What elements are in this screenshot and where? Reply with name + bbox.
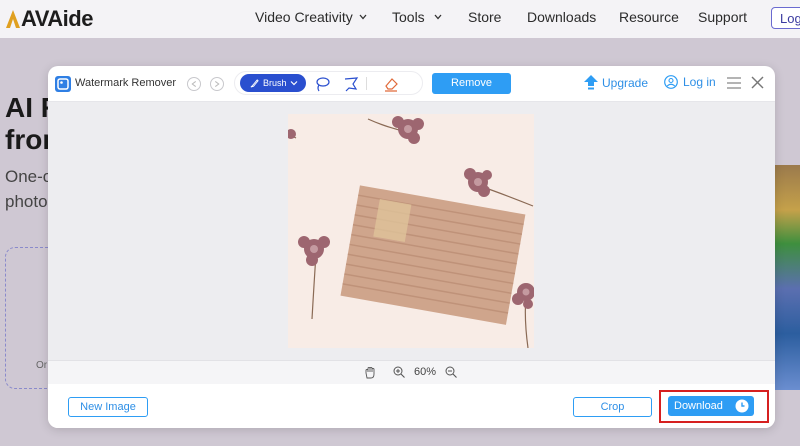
dialog-footer: New Image Crop Download	[48, 384, 775, 428]
nav-tools[interactable]: Tools	[392, 9, 442, 25]
upgrade-label: Upgrade	[602, 75, 649, 90]
menu-icon[interactable]	[727, 77, 741, 89]
image-preview	[288, 114, 534, 348]
editor-canvas[interactable]	[48, 102, 775, 360]
hero-subtitle-line1: One-c	[5, 167, 52, 186]
new-image-button[interactable]: New Image	[68, 397, 148, 417]
chevron-down-icon	[434, 14, 442, 20]
flower-photo	[288, 114, 534, 348]
user-icon	[664, 75, 678, 89]
nav-label: Support	[698, 9, 748, 25]
login-link[interactable]: Log in	[664, 75, 716, 89]
download-label: Download	[674, 400, 723, 412]
site-header: AVAide Video Creativity Tools Store Down…	[0, 0, 800, 38]
dialog-title: Watermark Remover	[75, 77, 177, 89]
upload-or-text: Or	[36, 360, 48, 371]
nav-store[interactable]: Store	[468, 9, 501, 25]
undo-icon[interactable]	[187, 77, 201, 91]
brush-icon	[250, 78, 259, 88]
polygon-lasso-icon[interactable]	[343, 76, 359, 92]
brush-tool-button[interactable]: Brush	[240, 74, 306, 92]
nav-downloads[interactable]: Downloads	[527, 9, 596, 25]
nav-support[interactable]: Support	[698, 9, 747, 25]
clock-icon	[735, 399, 749, 413]
editor-toolbar: Watermark Remover Brush Remove Upgrade L…	[48, 66, 775, 102]
nav-label: Resource	[619, 9, 679, 25]
zoom-level: 60%	[414, 366, 437, 378]
logo-text: AVAide	[21, 6, 93, 31]
close-icon[interactable]	[751, 76, 764, 89]
upgrade-link[interactable]: Upgrade	[584, 75, 648, 90]
zoom-out-icon[interactable]	[445, 366, 457, 378]
logo-mark-icon	[6, 10, 20, 28]
site-logo[interactable]: AVAide	[6, 6, 93, 32]
selection-tool-group: Brush	[234, 71, 423, 95]
chevron-down-icon	[290, 81, 297, 86]
site-login-button[interactable]: Log	[771, 7, 800, 29]
toolbar-divider	[366, 77, 367, 90]
zoom-in-icon[interactable]	[393, 366, 405, 378]
lasso-icon[interactable]	[314, 76, 330, 92]
remove-button[interactable]: Remove	[432, 73, 511, 94]
upgrade-icon	[584, 75, 598, 90]
eraser-icon[interactable]	[383, 76, 399, 92]
watermark-remover-dialog: Watermark Remover Brush Remove Upgrade L…	[48, 66, 775, 428]
hero-subtitle-line2: photo	[5, 192, 48, 211]
nav-video-creativity[interactable]: Video Creativity	[255, 9, 367, 25]
background-sample-image	[772, 165, 800, 390]
hand-icon[interactable]	[364, 366, 376, 379]
nav-label: Tools	[392, 9, 425, 25]
crop-button[interactable]: Crop	[573, 397, 652, 417]
login-label: Log in	[683, 75, 716, 89]
nav-resource[interactable]: Resource	[619, 9, 679, 25]
zoom-bar: 60%	[48, 360, 775, 384]
redo-icon[interactable]	[210, 77, 224, 91]
nav-label: Video Creativity	[255, 9, 353, 25]
brush-label: Brush	[263, 78, 287, 88]
app-icon	[55, 76, 71, 92]
nav-label: Store	[468, 9, 502, 25]
download-button[interactable]: Download	[668, 396, 754, 416]
chevron-down-icon	[359, 14, 367, 20]
nav-label: Downloads	[527, 9, 597, 25]
